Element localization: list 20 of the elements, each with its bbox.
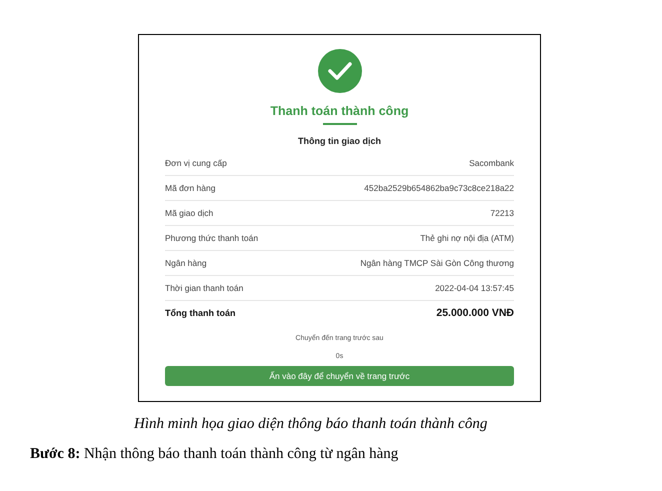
total-label: Tổng thanh toán: [165, 306, 236, 320]
row-label: Mã giao dịch: [165, 206, 214, 220]
row-value: Thẻ ghi nợ nội địa (ATM): [420, 232, 514, 244]
row-label: Thời gian thanh toán: [165, 282, 244, 294]
row-value: Ngân hàng TMCP Sài Gòn Công thương: [360, 256, 514, 270]
step-text: Bước 8: Nhận thông báo thanh toán thành công từ ngân hàng: [30, 445, 400, 464]
row-label: Đơn vị cung cấp: [165, 156, 227, 170]
row-label: Mã đơn hàng: [165, 182, 216, 194]
success-title: Thanh toán thành công: [270, 103, 409, 119]
total-value: 25.000.000 VNĐ: [436, 306, 514, 321]
row-value: 452ba2529b654862ba9c73c8ce218a22: [364, 182, 514, 194]
row-value: 72213: [490, 206, 514, 220]
back-button[interactable]: Ấn vào đây để chuyển về trang trước: [165, 366, 514, 386]
row-label: Ngân hàng: [165, 256, 207, 270]
section-title: Thông tin giao dịch: [298, 135, 381, 147]
figure-caption: Hình minh họa giao diện thông báo thanh toán thành công: [134, 415, 488, 434]
row-value: Sacombank: [469, 156, 514, 170]
row-label: Phương thức thanh toán: [165, 232, 258, 244]
row-value: 2022-04-04 13:57:45: [435, 282, 514, 294]
check-circle-icon: [318, 49, 362, 93]
